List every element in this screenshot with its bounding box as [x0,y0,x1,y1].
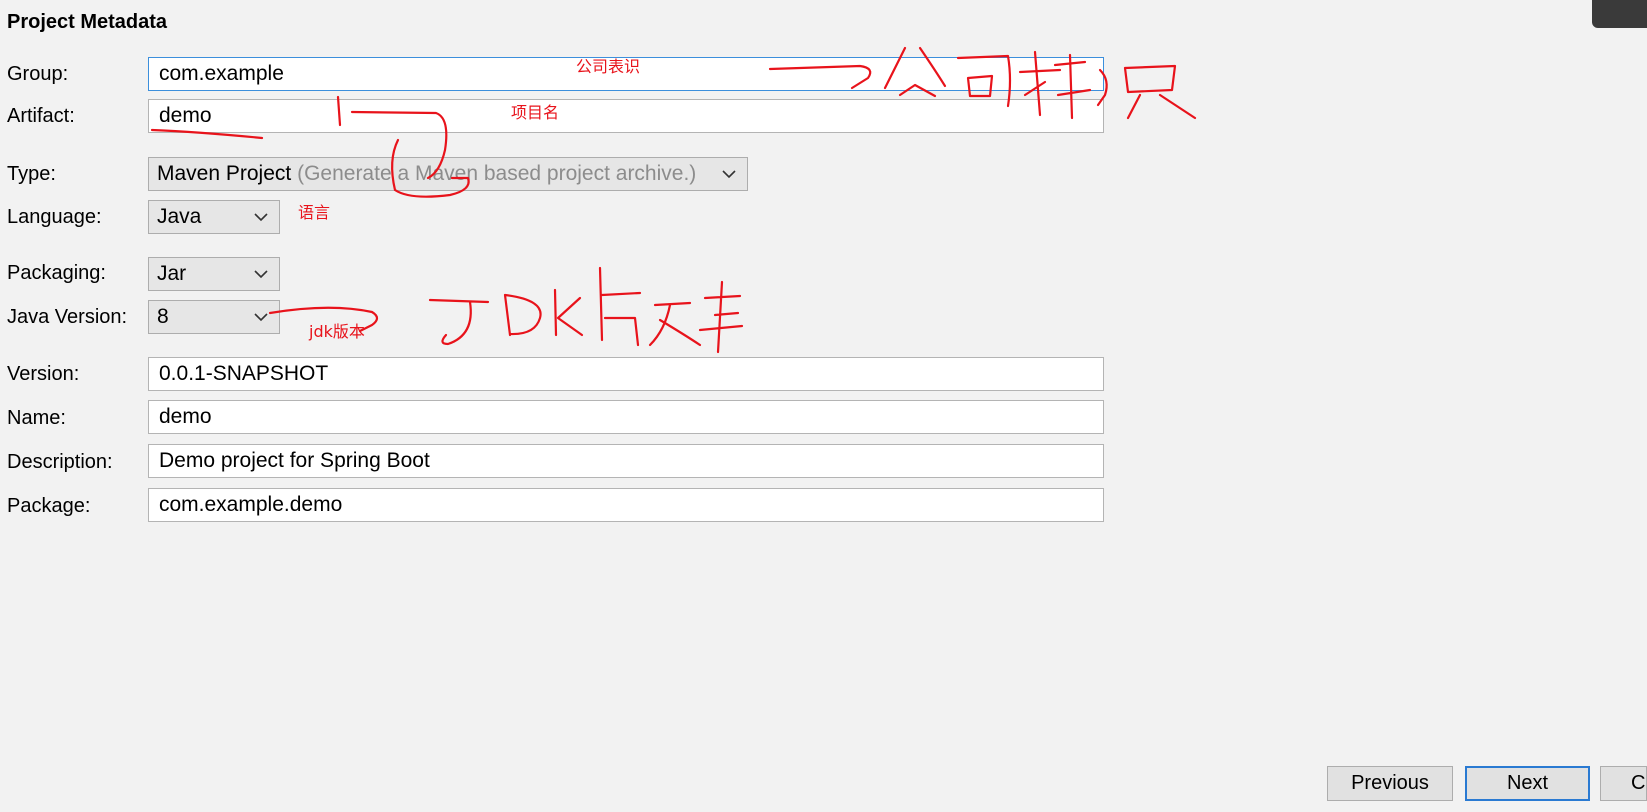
type-label: Type: [7,163,56,185]
language-label: Language: [7,206,102,228]
language-selected-value: Java [157,205,202,228]
previous-button[interactable]: Previous [1327,766,1453,801]
chevron-down-icon [722,170,736,179]
page-title: Project Metadata [7,11,168,33]
package-input[interactable] [148,488,1104,522]
annotation-language: 语言 [298,203,331,222]
next-button[interactable]: Next [1465,766,1590,801]
packaging-select[interactable]: Jar [148,257,280,291]
name-input[interactable] [148,400,1104,434]
annotation-company-id: 公司表识 [576,57,641,76]
version-label: Version: [7,363,80,385]
java-version-select[interactable]: 8 [148,300,280,334]
annotation-project-name: 项目名 [511,103,560,122]
java-version-selected-value: 8 [157,305,169,328]
chevron-down-icon [254,270,268,279]
cancel-button[interactable]: Ca [1600,766,1647,801]
language-select[interactable]: Java [148,200,280,234]
type-select[interactable]: Maven Project (Generate a Maven based pr… [148,157,748,191]
artifact-input[interactable] [148,99,1104,133]
packaging-label: Packaging: [7,262,106,284]
java-version-label: Java Version: [7,306,128,328]
type-selected-value: Maven Project [157,162,292,185]
annotation-jdk-version: jdk版本 [309,322,365,341]
overlay-toolbar-widget[interactable] [1592,0,1647,28]
chevron-down-icon [254,213,268,222]
description-label: Description: [7,451,113,473]
packaging-selected-value: Jar [157,262,187,285]
name-label: Name: [7,407,66,429]
type-hint: (Generate a Maven based project archive.… [297,162,697,185]
chevron-down-icon [254,313,268,322]
group-label: Group: [7,63,69,85]
description-input[interactable] [148,444,1104,478]
version-input[interactable] [148,357,1104,391]
package-label: Package: [7,495,91,517]
artifact-label: Artifact: [7,105,75,127]
